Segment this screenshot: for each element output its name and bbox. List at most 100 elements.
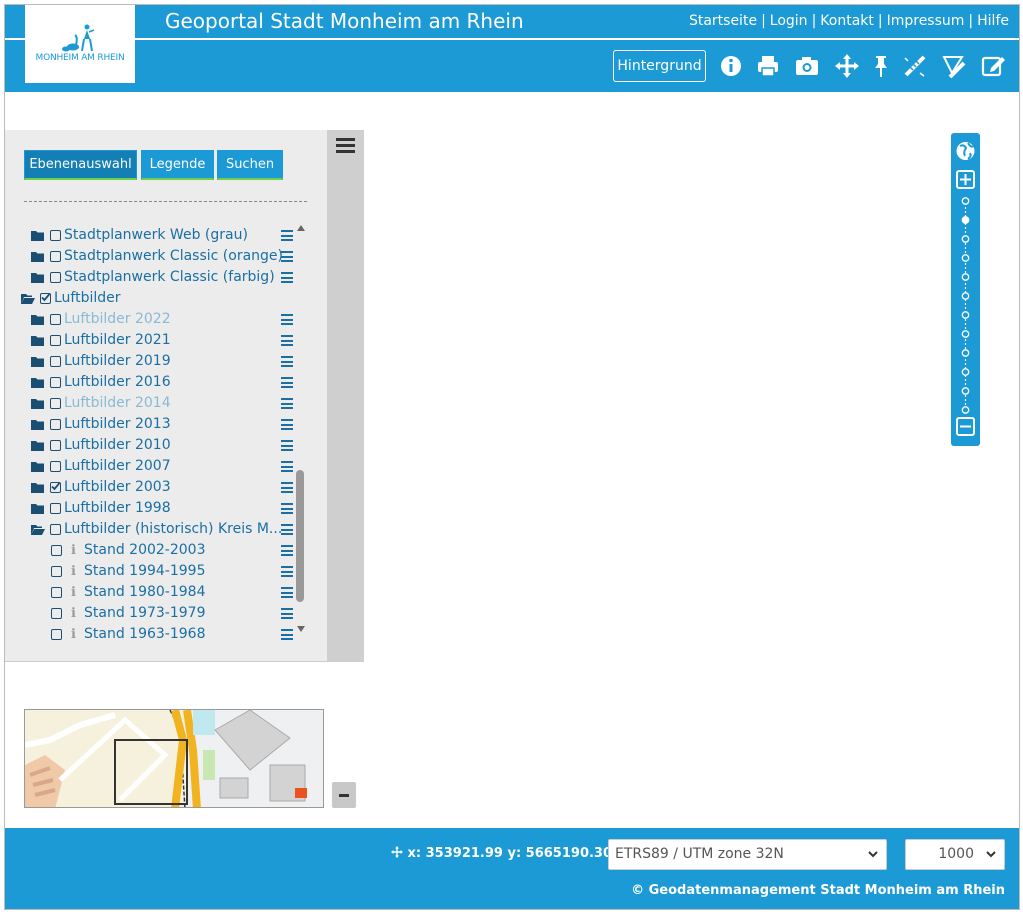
layer-menu-icon[interactable]	[281, 503, 293, 514]
pin-icon[interactable]	[868, 53, 894, 79]
measure-distance-icon[interactable]	[902, 53, 928, 79]
layer-menu-icon[interactable]	[281, 524, 293, 535]
folder-icon[interactable]	[31, 251, 45, 262]
zoom-level-step[interactable]	[961, 406, 970, 414]
layer-menu-icon[interactable]	[281, 461, 293, 472]
layer-menu-icon[interactable]	[281, 230, 293, 241]
link-startseite[interactable]: Startseite	[689, 13, 757, 29]
crs-select[interactable]: ETRS89 / UTM zone 32N	[608, 839, 887, 870]
folder-open-icon[interactable]	[21, 293, 35, 304]
link-hilfe[interactable]: Hilfe	[977, 13, 1009, 29]
tree-item[interactable]: Luftbilder 2014	[21, 393, 293, 414]
link-kontakt[interactable]: Kontakt	[820, 13, 874, 29]
zoom-level-step[interactable]	[961, 216, 970, 224]
info-icon[interactable]: ℹ	[71, 561, 76, 582]
measure-area-icon[interactable]	[940, 53, 966, 79]
overview-toggle-button[interactable]	[332, 782, 356, 808]
tree-item[interactable]: ℹ Stand 1994-1995	[21, 561, 293, 582]
info-icon[interactable]: ℹ	[71, 624, 76, 642]
checkbox[interactable]	[50, 356, 61, 367]
overview-map[interactable]	[24, 709, 324, 808]
tree-item[interactable]: Luftbilder (historisch) Kreis M...	[21, 519, 293, 540]
checkbox[interactable]	[50, 230, 61, 241]
checkbox[interactable]	[50, 314, 61, 325]
tree-item[interactable]: Luftbilder 2013	[21, 414, 293, 435]
tree-item[interactable]: Luftbilder 2010	[21, 435, 293, 456]
move-icon[interactable]	[834, 53, 860, 79]
print-icon[interactable]	[755, 53, 781, 79]
checkbox[interactable]	[50, 251, 61, 262]
monheim-logo[interactable]: MONHEIM AM RHEIN	[25, 5, 135, 83]
tree-item[interactable]: Luftbilder 2019	[21, 351, 293, 372]
checkbox[interactable]	[51, 608, 62, 619]
checkbox[interactable]	[50, 503, 61, 514]
tree-item[interactable]: Luftbilder 2022	[21, 309, 293, 330]
checkbox-checked[interactable]	[50, 482, 61, 493]
tab-ebenenauswahl[interactable]: Ebenenauswahl	[24, 150, 137, 180]
tab-suchen[interactable]: Suchen	[217, 150, 283, 180]
panel-menu-icon[interactable]	[336, 138, 355, 154]
tab-legende[interactable]: Legende	[141, 150, 214, 180]
tree-item[interactable]: Luftbilder	[21, 288, 291, 309]
scroll-up-icon[interactable]	[296, 224, 306, 232]
layer-menu-icon[interactable]	[281, 272, 293, 283]
zoom-level-step[interactable]	[961, 349, 970, 357]
scroll-down-icon[interactable]	[296, 625, 306, 633]
scroll-thumb[interactable]	[296, 470, 304, 602]
folder-icon[interactable]	[31, 398, 45, 409]
zoom-level-step[interactable]	[961, 311, 970, 319]
checkbox-checked[interactable]	[40, 293, 51, 304]
zoom-level-step[interactable]	[961, 273, 970, 281]
folder-icon[interactable]	[31, 335, 45, 346]
zoom-control[interactable]	[951, 133, 980, 446]
tree-item[interactable]: Stadtplanwerk Web (grau)	[21, 225, 293, 246]
info-icon[interactable]: ℹ	[71, 603, 76, 624]
tree-item[interactable]: ℹ Stand 1963-1968	[21, 624, 293, 642]
tree-item[interactable]: ℹ Stand 1973-1979	[21, 603, 293, 624]
checkbox[interactable]	[50, 398, 61, 409]
camera-icon[interactable]	[794, 53, 820, 79]
layer-menu-icon[interactable]	[281, 440, 293, 451]
folder-icon[interactable]	[31, 314, 45, 325]
folder-icon[interactable]	[31, 356, 45, 367]
layer-menu-icon[interactable]	[281, 629, 293, 640]
tree-item[interactable]: Stadtplanwerk Classic (orange)	[21, 246, 293, 267]
layer-menu-icon[interactable]	[281, 356, 293, 367]
edit-icon[interactable]	[980, 53, 1006, 79]
hintergrund-button[interactable]: Hintergrund	[613, 50, 706, 82]
tree-item[interactable]: Stadtplanwerk Classic (farbig)	[21, 267, 293, 288]
layer-menu-icon[interactable]	[281, 608, 293, 619]
folder-icon[interactable]	[31, 503, 45, 514]
scale-select[interactable]: 1000	[905, 839, 1005, 870]
layer-menu-icon[interactable]	[281, 587, 293, 598]
checkbox[interactable]	[51, 545, 62, 556]
layer-menu-icon[interactable]	[281, 566, 293, 577]
info-icon[interactable]: ℹ	[71, 582, 76, 603]
checkbox[interactable]	[50, 461, 61, 472]
folder-icon[interactable]	[31, 272, 45, 283]
folder-icon[interactable]	[31, 377, 45, 388]
zoom-level-step[interactable]	[961, 197, 970, 205]
zoom-level-step[interactable]	[961, 292, 970, 300]
link-login[interactable]: Login	[770, 13, 808, 29]
folder-icon[interactable]	[31, 419, 45, 430]
checkbox[interactable]	[51, 566, 62, 577]
checkbox[interactable]	[50, 440, 61, 451]
tree-scrollbar[interactable]	[295, 222, 307, 637]
tree-item[interactable]: Luftbilder 2016	[21, 372, 293, 393]
layer-menu-icon[interactable]	[281, 335, 293, 346]
folder-icon[interactable]	[31, 230, 45, 241]
layer-menu-icon[interactable]	[281, 419, 293, 430]
checkbox[interactable]	[50, 272, 61, 283]
zoom-level-step[interactable]	[961, 330, 970, 338]
tree-item[interactable]: Luftbilder 1998	[21, 498, 293, 519]
tree-item[interactable]: Luftbilder 2007	[21, 456, 293, 477]
folder-icon[interactable]	[31, 461, 45, 472]
checkbox[interactable]	[50, 524, 61, 535]
layer-menu-icon[interactable]	[281, 314, 293, 325]
layer-menu-icon[interactable]	[281, 482, 293, 493]
zoom-level-step[interactable]	[961, 368, 970, 376]
layer-menu-icon[interactable]	[281, 398, 293, 409]
tree-item[interactable]: Luftbilder 2003	[21, 477, 293, 498]
checkbox[interactable]	[51, 629, 62, 640]
